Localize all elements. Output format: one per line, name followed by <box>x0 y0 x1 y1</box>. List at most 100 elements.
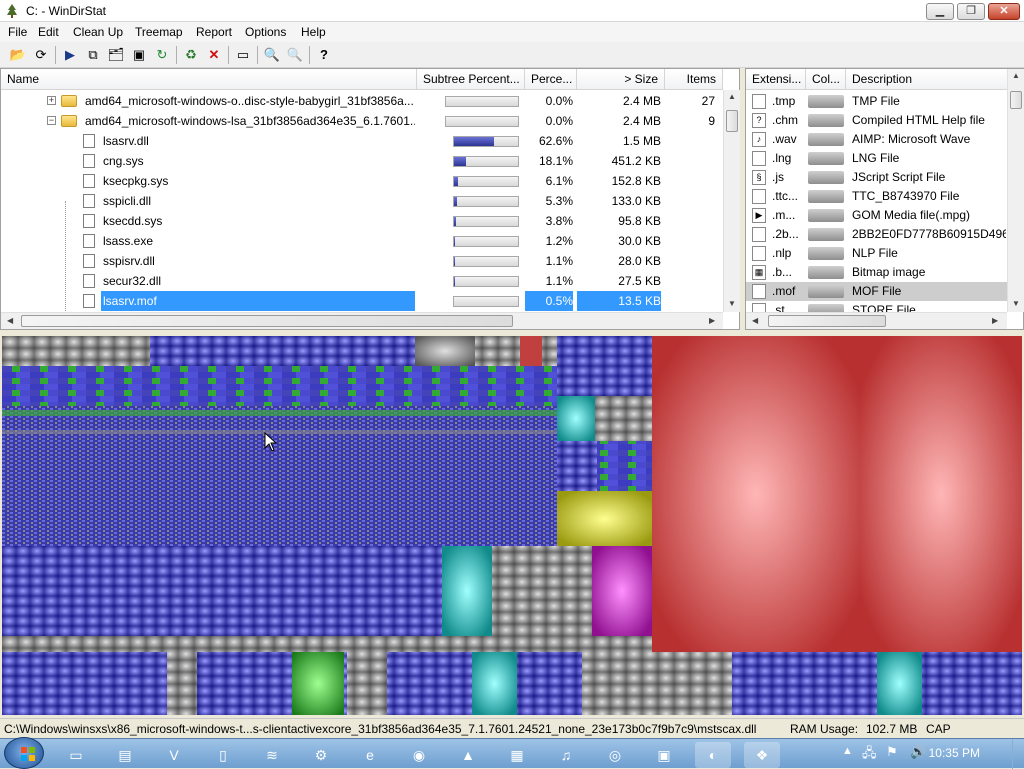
scroll-thumb[interactable] <box>768 315 886 327</box>
scroll-down-arrow[interactable]: ▼ <box>1012 299 1020 308</box>
refresh-all-icon[interactable]: ↻ <box>152 45 172 65</box>
extension-row[interactable]: ?.chmCompiled HTML Help file <box>746 111 1008 130</box>
play-icon[interactable]: ▶ <box>60 45 80 65</box>
aimp-icon[interactable]: ♫ <box>548 742 584 768</box>
scroll-thumb[interactable] <box>726 110 738 132</box>
column-color-header[interactable]: Col... <box>806 69 846 90</box>
scroll-down-arrow[interactable]: ▼ <box>728 299 736 308</box>
tree-vertical-scrollbar[interactable]: ▲ ▼ <box>723 90 740 312</box>
copy-icon[interactable]: ⧉ <box>83 45 103 65</box>
minimize-button[interactable]: ▁ <box>926 3 954 20</box>
tree-item-name[interactable]: sspicli.dll <box>101 191 415 211</box>
extension-row[interactable]: .ttc...TTC_B8743970 File <box>746 187 1008 206</box>
tree-item-name[interactable]: ksecdd.sys <box>101 211 415 231</box>
explorer-icon[interactable]: 🗂 <box>106 45 126 65</box>
zoom-out-icon[interactable]: 🔍 <box>285 45 305 65</box>
tree-row[interactable]: lsasrv.mof0.5%13.5 KB <box>1 291 723 311</box>
scroll-left-arrow[interactable]: ◀ <box>7 316 13 325</box>
extension-row[interactable]: ♪.wavAIMP: Microsoft Wave <box>746 130 1008 149</box>
scroll-right-arrow[interactable]: ▶ <box>992 316 998 325</box>
ext-vertical-scrollbar[interactable]: ▲ ▼ <box>1007 69 1024 312</box>
files-icon[interactable]: ▤ <box>107 742 143 768</box>
tree-item-name[interactable]: lsasrv.mof <box>101 291 415 311</box>
extension-row[interactable]: ▦.b...Bitmap image <box>746 263 1008 282</box>
extension-row[interactable]: .2b...2BB2E0FD7778B60915D4965... <box>746 225 1008 244</box>
calculator-icon[interactable]: ▦ <box>499 742 535 768</box>
scroll-up-arrow[interactable]: ▲ <box>728 92 736 101</box>
taskbar-clock[interactable]: 10:35 PM <box>929 746 980 760</box>
restore-button[interactable]: ❐ <box>957 3 985 20</box>
extension-row[interactable]: §.jsJScript Script File <box>746 168 1008 187</box>
open-icon[interactable]: 📂 <box>8 45 28 65</box>
column-items-header[interactable]: Items <box>665 69 723 90</box>
tree-row[interactable]: ksecdd.sys3.8%95.8 KB <box>1 211 723 231</box>
ie-icon[interactable]: e <box>352 742 388 768</box>
extension-row[interactable]: .lngLNG File <box>746 149 1008 168</box>
tree-row[interactable]: + amd64_microsoft-windows-o..disc-style-b… <box>1 91 723 111</box>
column-size-header[interactable]: > Size <box>577 69 665 90</box>
vs-icon[interactable]: V <box>156 742 192 768</box>
column-name-header[interactable]: Name <box>1 69 417 90</box>
network-tray-icon[interactable]: 🖧 <box>862 744 877 766</box>
refresh-icon[interactable]: ⟳ <box>31 45 51 65</box>
tray-expand-icon[interactable]: ▲ <box>842 745 853 757</box>
tree-row[interactable]: cng.sys18.1%451.2 KB <box>1 151 723 171</box>
extension-row[interactable]: .tmpTMP File <box>746 92 1008 111</box>
scroll-right-arrow[interactable]: ▶ <box>709 316 715 325</box>
action-center-icon[interactable]: ⚑ <box>886 744 898 760</box>
menu-options[interactable]: Options <box>245 25 286 39</box>
scroll-thumb[interactable] <box>1010 91 1022 109</box>
scroll-thumb[interactable] <box>21 315 513 327</box>
start-button[interactable] <box>4 737 44 769</box>
menu-edit[interactable]: Edit <box>38 25 59 39</box>
close-button[interactable]: ✕ <box>988 3 1020 20</box>
column-percent-header[interactable]: Perce... <box>525 69 577 90</box>
new-folder-icon[interactable]: ▭ <box>233 45 253 65</box>
tree-row[interactable]: lsass.exe1.2%30.0 KB <box>1 231 723 251</box>
tree-item-name[interactable]: secur32.dll <box>101 271 415 291</box>
explorer-icon[interactable]: ▭ <box>58 742 94 768</box>
help-icon[interactable]: ? <box>314 45 334 65</box>
scroll-left-arrow[interactable]: ◀ <box>752 316 758 325</box>
menu-file[interactable]: File <box>8 25 27 39</box>
column-extension-header[interactable]: Extensi... <box>746 69 806 90</box>
show-desktop-button[interactable] <box>1012 739 1024 769</box>
network-icon[interactable]: ⚙ <box>303 742 339 768</box>
column-description-header[interactable]: Description <box>846 69 1008 90</box>
tree-item-name[interactable]: sspisrv.dll <box>101 251 415 271</box>
extension-row[interactable]: .nlpNLP File <box>746 244 1008 263</box>
tree-item-name[interactable]: amd64_microsoft-windows-o..disc-style-ba… <box>83 91 415 111</box>
folder-icon[interactable]: ▯ <box>205 742 241 768</box>
ext-horizontal-scrollbar[interactable]: ◀ ▶ <box>746 312 1007 329</box>
cmd-icon[interactable]: ▣ <box>129 45 149 65</box>
tree-row[interactable]: − amd64_microsoft-windows-lsa_31bf3856ad3… <box>1 111 723 131</box>
windirstat-icon[interactable]: ❖ <box>744 742 780 768</box>
menu-treemap[interactable]: Treemap <box>135 25 183 39</box>
collapse-icon[interactable]: − <box>47 116 56 125</box>
tree-row[interactable]: lsasrv.dll62.6%1.5 MB <box>1 131 723 151</box>
tree-row[interactable]: secur32.dll1.1%27.5 KB <box>1 271 723 291</box>
recycle-icon[interactable]: ♻ <box>181 45 201 65</box>
zoom-in-icon[interactable]: 🔍 <box>262 45 282 65</box>
tree-row[interactable]: ksecpkg.sys6.1%152.8 KB <box>1 171 723 191</box>
expand-icon[interactable]: + <box>47 96 56 105</box>
tree-row[interactable]: sspicli.dll5.3%133.0 KB <box>1 191 723 211</box>
extension-row[interactable]: .mofMOF File <box>746 282 1008 301</box>
tree-item-name[interactable]: amd64_microsoft-windows-lsa_31bf3856ad36… <box>83 111 415 131</box>
media-icon[interactable]: ◐ <box>695 742 731 768</box>
tree-row[interactable]: sspisrv.dll1.1%28.0 KB <box>1 251 723 271</box>
menu-report[interactable]: Report <box>196 25 232 39</box>
tree-item-name[interactable]: lsass.exe <box>101 231 415 251</box>
delete-icon[interactable]: ✕ <box>204 45 224 65</box>
menu-help[interactable]: Help <box>301 25 326 39</box>
extension-row[interactable]: ▶.m...GOM Media file(.mpg) <box>746 206 1008 225</box>
steam-icon[interactable]: ◉ <box>401 742 437 768</box>
menu-clean-up[interactable]: Clean Up <box>73 25 123 39</box>
volume-icon[interactable]: 🔊 <box>910 744 926 760</box>
tree-item-name[interactable]: ksecpkg.sys <box>101 171 415 191</box>
column-subtree-percent-header[interactable]: Subtree Percent... <box>417 69 525 90</box>
treemap-view[interactable] <box>2 336 1022 715</box>
vlc-icon[interactable]: ▲ <box>450 742 486 768</box>
chrome-icon[interactable]: ◎ <box>597 742 633 768</box>
tree-item-name[interactable]: cng.sys <box>101 151 415 171</box>
